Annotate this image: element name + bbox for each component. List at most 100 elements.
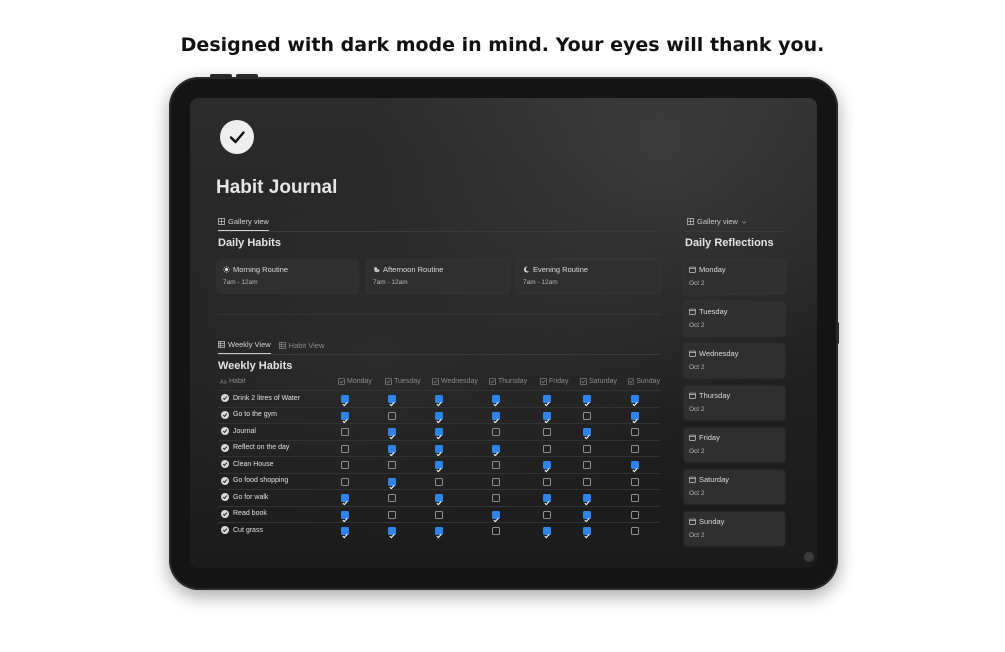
tab-habit-view[interactable]: Habit View [278,340,324,354]
table-row[interactable]: Reflect on the day [218,439,660,457]
checkbox-checked[interactable] [492,510,500,522]
reflection-card[interactable]: Sunday Oct 2 [684,512,785,546]
checkbox-checked[interactable] [341,494,349,506]
checkbox-checked[interactable] [435,444,443,456]
checkbox-unchecked[interactable] [543,510,551,519]
reflection-card[interactable]: Thursday Oct 2 [684,386,785,420]
column-header-day[interactable]: Monday [338,378,372,385]
table-row[interactable]: Clean House [218,456,660,473]
card-evening-routine[interactable]: Evening Routine 7am - 12am [517,260,660,293]
checkbox-unchecked[interactable] [435,510,443,519]
checkbox-unchecked[interactable] [543,444,551,453]
card-morning-routine[interactable]: Morning Routine 7am - 12am [217,260,358,293]
table-row[interactable]: Cut grass [218,522,660,539]
checkbox-unchecked[interactable] [492,494,500,502]
checkbox-unchecked[interactable] [631,527,639,535]
checkbox-unchecked[interactable] [543,477,551,486]
tab-gallery-view-dropdown[interactable]: Gallery view [687,217,747,230]
checkbox-unchecked[interactable] [492,477,500,486]
calendar-icon [689,392,696,399]
checkbox-checked[interactable] [543,411,551,423]
checkbox-property-icon [338,378,345,385]
reflection-card[interactable]: Friday Oct 2 [684,428,785,462]
checkbox-checked[interactable] [583,395,591,407]
checkbox-checked[interactable] [583,494,591,506]
column-header-day[interactable]: Saturday [580,378,617,385]
checkbox-unchecked[interactable] [631,510,639,519]
checkbox-checked[interactable] [435,395,443,407]
checkbox-checked[interactable] [543,494,551,506]
column-header-day[interactable]: Sunday [628,378,660,385]
reflection-card[interactable]: Monday Oct 2 [684,260,785,294]
checkbox-checked[interactable] [435,494,443,506]
checkbox-unchecked[interactable] [583,477,591,486]
checkbox-checked[interactable] [388,428,396,440]
checkbox-unchecked[interactable] [388,494,396,502]
column-header-day[interactable]: Friday [540,378,568,385]
tab-weekly-view[interactable]: Weekly View [218,340,271,354]
checkbox-checked[interactable] [543,461,551,473]
checkbox-checked[interactable] [583,510,591,522]
checkbox-unchecked[interactable] [388,461,396,469]
checkbox-unchecked[interactable] [492,461,500,469]
checkbox-checked[interactable] [583,527,591,539]
checkbox-unchecked[interactable] [583,444,591,453]
checkbox-checked[interactable] [388,444,396,456]
checkbox-checked[interactable] [435,411,443,423]
checkbox-checked[interactable] [492,444,500,456]
checkbox-unchecked[interactable] [435,477,443,486]
checkbox-checked[interactable] [631,395,639,407]
checkbox-checked[interactable] [388,527,396,539]
checkbox-unchecked[interactable] [631,477,639,486]
reflection-card[interactable]: Tuesday Oct 2 [684,302,785,336]
checkbox-checked[interactable] [341,527,349,539]
column-header-habit[interactable]: Aa Habit [220,378,245,385]
column-header-day[interactable]: Thursday [489,378,527,385]
checkbox-checked[interactable] [341,510,349,522]
checkbox-checked[interactable] [631,461,639,473]
checkbox-unchecked[interactable] [631,428,639,436]
checkbox-checked[interactable] [543,395,551,407]
checkbox-checked[interactable] [543,527,551,539]
table-row[interactable]: Drink 2 litres of Water [218,390,660,407]
gallery-icon [218,218,225,225]
checkbox-unchecked[interactable] [583,461,591,469]
checkbox-checked[interactable] [435,428,443,440]
table-row[interactable]: Go to the gym [218,406,660,424]
checkbox-checked[interactable] [341,395,349,407]
reflection-card[interactable]: Saturday Oct 2 [684,470,785,504]
checkbox-unchecked[interactable] [341,461,349,469]
habit-name: Cut grass [221,526,263,534]
column-header-day[interactable]: Wednesday [432,378,478,385]
checkbox-unchecked[interactable] [388,411,396,420]
card-afternoon-routine[interactable]: Afternoon Routine 7am - 12am [367,260,508,293]
checkbox-checked[interactable] [492,411,500,423]
checkbox-checked[interactable] [388,395,396,407]
help-button[interactable] [804,552,814,562]
checkbox-unchecked[interactable] [492,527,500,535]
table-row[interactable]: Go for walk [218,489,660,506]
checkbox-checked[interactable] [435,527,443,539]
checkbox-checked[interactable] [435,461,443,473]
table-row[interactable]: Go food shopping [218,472,660,490]
checkbox-unchecked[interactable] [543,428,551,436]
checkbox-unchecked[interactable] [388,510,396,519]
checkbox-unchecked[interactable] [583,411,591,420]
checkbox-unchecked[interactable] [341,477,349,486]
table-row[interactable]: Journal [218,423,660,440]
column-header-day[interactable]: Tuesday [385,378,421,385]
tab-gallery-view[interactable]: Gallery view [218,217,269,231]
checkbox-checked[interactable] [492,395,500,407]
checkbox-checked[interactable] [388,477,396,489]
checkbox-checked[interactable] [341,411,349,423]
checkbox-unchecked[interactable] [631,444,639,453]
table-row[interactable]: Read book [218,505,660,523]
checkbox-unchecked[interactable] [341,428,349,436]
checkbox-unchecked[interactable] [341,444,349,453]
checkbox-unchecked[interactable] [631,494,639,502]
checkbox-checked[interactable] [631,411,639,423]
reflection-card[interactable]: Wednesday Oct 2 [684,344,785,378]
checkbox-unchecked[interactable] [492,428,500,436]
svg-text:Aa: Aa [220,380,227,385]
checkbox-checked[interactable] [583,428,591,440]
